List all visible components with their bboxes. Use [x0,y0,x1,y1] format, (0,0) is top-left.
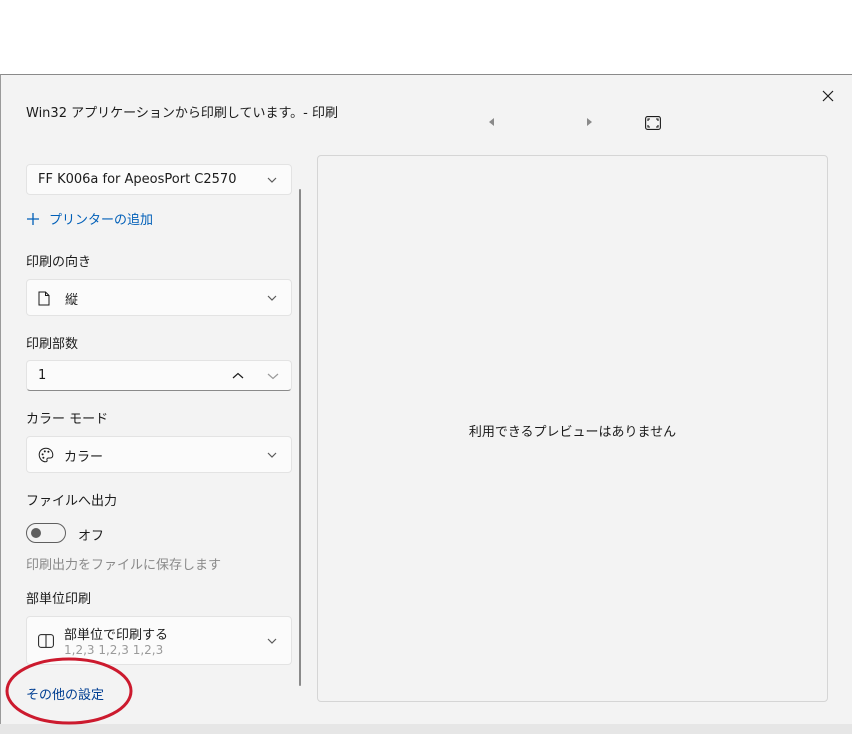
dialog-footer [0,724,852,734]
chevron-down-icon [267,452,277,458]
print-to-file-label: ファイルへ出力 [26,494,118,509]
collation-dropdown[interactable]: 部単位で印刷する 1,2,3 1,2,3 1,2,3 [26,616,292,665]
collation-value: 部単位で印刷する [64,628,169,643]
toggle-knob [31,528,41,538]
print-dialog: Win32 アプリケーションから印刷しています。- 印刷 FF K006a fo… [0,74,852,734]
no-preview-message: 利用できるプレビューはありません [468,425,677,440]
chevron-down-icon [267,295,277,301]
add-printer-label: プリンターの追加 [49,213,154,228]
close-icon [822,90,834,102]
settings-panel: FF K006a for ApeosPort C2570 プリンターの追加 印刷… [1,75,306,734]
next-page-icon[interactable] [584,117,594,127]
chevron-up-icon[interactable] [232,372,244,380]
more-settings-link[interactable]: その他の設定 [26,684,104,703]
printer-dropdown[interactable]: FF K006a for ApeosPort C2570 [26,164,292,195]
preview-area: 利用できるプレビューはありません [317,155,828,702]
previous-page-icon[interactable] [487,117,497,127]
collate-icon [38,634,54,648]
collation-pattern: 1,2,3 1,2,3 1,2,3 [64,643,164,657]
print-to-file-toggle[interactable] [26,523,66,543]
plus-icon [27,212,39,225]
orientation-label: 印刷の向き [26,255,92,270]
chevron-down-icon [267,177,277,183]
add-printer-link[interactable]: プリンターの追加 [26,209,153,228]
chevron-down-icon[interactable] [267,372,279,380]
settings-scrollbar[interactable] [299,189,301,686]
toggle-state-text: オフ [78,529,105,544]
orientation-dropdown[interactable]: 縦 [26,279,292,316]
print-to-file-description: 印刷出力をファイルに保存します [26,558,222,573]
printer-name: FF K006a for ApeosPort C2570 [38,172,237,187]
page-icon [38,291,50,306]
fit-to-page-icon[interactable] [645,116,661,130]
close-button[interactable] [813,81,843,111]
copies-stepper[interactable]: 1 [26,360,292,391]
orientation-value: 縦 [65,293,79,308]
color-mode-dropdown[interactable]: カラー [26,436,292,473]
chevron-down-icon [267,638,277,644]
color-mode-value: カラー [64,450,104,465]
palette-icon [38,447,54,463]
copies-value: 1 [38,368,47,383]
collation-label: 部単位印刷 [26,592,92,607]
color-mode-label: カラー モード [26,412,109,427]
copies-label: 印刷部数 [26,337,79,352]
